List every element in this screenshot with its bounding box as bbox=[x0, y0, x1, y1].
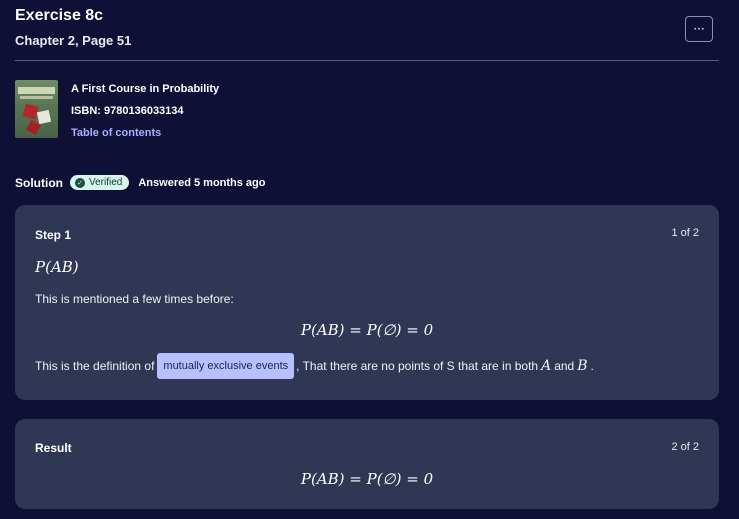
period: . bbox=[590, 359, 594, 373]
variable-b: B bbox=[577, 358, 588, 374]
verified-label: Verified bbox=[89, 177, 123, 188]
book-info: A First Course in Probability ISBN: 9780… bbox=[15, 80, 219, 142]
step-equation: P(AB) = P(∅) = 0 bbox=[300, 321, 434, 339]
page: Exercise 8c Chapter 2, Page 51 ··· A Fir… bbox=[0, 0, 739, 519]
header: Exercise 8c Chapter 2, Page 51 ··· bbox=[15, 6, 719, 48]
step-card-1: Step 1 1 of 2 P(AB) This is mentioned a … bbox=[15, 205, 719, 400]
book-title[interactable]: A First Course in Probability bbox=[71, 81, 219, 98]
header-divider bbox=[15, 60, 719, 61]
definition-text-after: , That there are no points of S that are… bbox=[296, 359, 539, 373]
table-of-contents-link[interactable]: Table of contents bbox=[71, 125, 219, 142]
answered-time: Answered 5 months ago bbox=[138, 176, 266, 189]
result-card: Result 2 of 2 P(AB) = P(∅) = 0 bbox=[15, 419, 719, 509]
step-title: Step 1 bbox=[35, 228, 72, 242]
result-title: Result bbox=[35, 441, 72, 455]
verified-check-icon: ✓ bbox=[75, 177, 85, 188]
result-equation: P(AB) = P(∅) = 0 bbox=[300, 470, 434, 488]
highlighted-term[interactable]: mutually exclusive events bbox=[157, 353, 295, 379]
page-title: Exercise 8c bbox=[15, 7, 104, 24]
book-isbn: ISBN: 9780136033134 bbox=[71, 105, 184, 117]
step-count: 1 of 2 bbox=[671, 227, 699, 239]
solution-header: Solution ✓ Verified Answered 5 months ag… bbox=[15, 175, 266, 190]
verified-badge: ✓ Verified bbox=[70, 175, 130, 190]
and-word: and bbox=[554, 359, 575, 373]
step-text: This is mentioned a few times before: bbox=[35, 292, 234, 306]
definition-text-before: This is the definition of bbox=[35, 359, 155, 373]
solution-label: Solution bbox=[15, 175, 63, 190]
chapter-page-subtitle: Chapter 2, Page 51 bbox=[15, 33, 132, 48]
step-definition-text: This is the definition of mutually exclu… bbox=[35, 353, 594, 379]
book-cover-image[interactable] bbox=[15, 80, 58, 138]
step-expression: P(AB) bbox=[35, 258, 79, 276]
variable-a: A bbox=[541, 358, 552, 374]
more-options-button[interactable]: ··· bbox=[685, 16, 713, 42]
result-count: 2 of 2 bbox=[671, 441, 699, 453]
